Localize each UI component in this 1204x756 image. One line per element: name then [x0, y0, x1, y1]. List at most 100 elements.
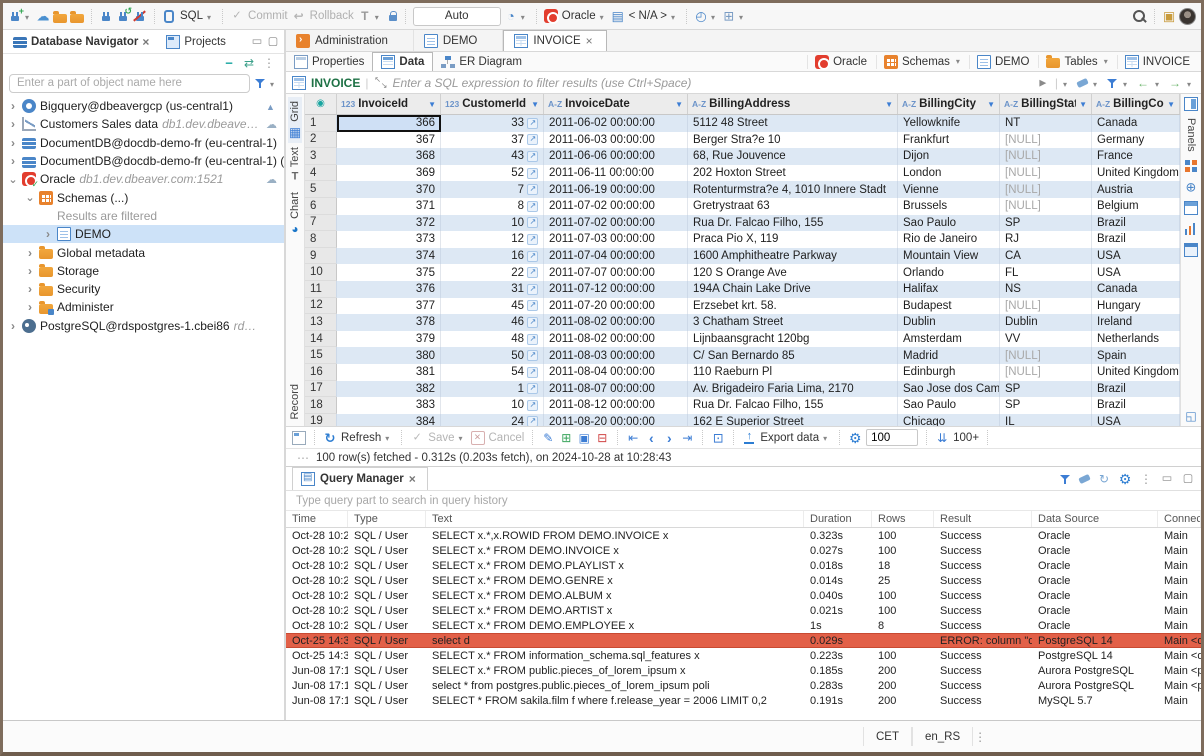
billing-address-cell[interactable]: Rua Dr. Falcao Filho, 155: [688, 215, 898, 232]
billing-country-cell[interactable]: USA: [1092, 248, 1180, 265]
commit-mode-select[interactable]: Auto: [413, 7, 501, 26]
minimize-panel-icon[interactable]: [250, 35, 264, 49]
billing-country-cell[interactable]: Canada: [1092, 281, 1180, 298]
apply-filter-icon[interactable]: [1036, 76, 1050, 90]
invoice-id-cell[interactable]: 382: [337, 381, 441, 398]
billing-country-cell[interactable]: Austria: [1092, 181, 1180, 198]
billing-state-cell[interactable]: [NULL]: [1000, 148, 1092, 165]
close-icon[interactable]: [409, 472, 419, 486]
expand-arrow-icon[interactable]: [25, 191, 35, 204]
billing-state-cell[interactable]: Dublin: [1000, 314, 1092, 331]
customer-id-cell[interactable]: 46: [441, 314, 544, 331]
dashboard-icon[interactable]: [694, 9, 708, 23]
invoice-date-cell[interactable]: 2011-08-04 00:00:00: [544, 364, 688, 381]
table-row[interactable]: 5 370 7 2011-06-19 00:00:00 Rotenturmstr…: [305, 181, 1180, 198]
save-icon[interactable]: [410, 431, 424, 445]
add-row-icon[interactable]: [559, 431, 573, 445]
tab-query-manager[interactable]: Query Manager: [292, 467, 428, 490]
dashboard-dropdown[interactable]: [711, 9, 719, 23]
billing-city-cell[interactable]: Yellowknife: [898, 115, 1000, 132]
grid-corner-cell[interactable]: [305, 94, 337, 114]
customer-id-cell[interactable]: 10: [441, 397, 544, 414]
billing-state-cell[interactable]: SP: [1000, 397, 1092, 414]
expand-arrow-icon[interactable]: [8, 319, 18, 333]
billing-address-cell[interactable]: C/ San Bernardo 85: [688, 347, 898, 364]
active-schema-label[interactable]: < N/A >: [628, 10, 668, 22]
billing-country-cell[interactable]: Spain: [1092, 347, 1180, 364]
row-number-cell[interactable]: 15: [305, 347, 337, 364]
row-number-cell[interactable]: 6: [305, 198, 337, 215]
active-database-dropdown[interactable]: [600, 9, 608, 23]
invoice-id-cell[interactable]: 376: [337, 281, 441, 298]
customer-id-cell[interactable]: 33: [441, 115, 544, 132]
invoice-id-cell[interactable]: 378: [337, 314, 441, 331]
fetch-next-segment-icon[interactable]: [935, 431, 949, 445]
references-panel-icon[interactable]: [1184, 243, 1198, 257]
column-header[interactable]: A-Z BillingCountry: [1092, 94, 1180, 114]
customer-id-cell[interactable]: 1: [441, 381, 544, 398]
row-number-cell[interactable]: 8: [305, 231, 337, 248]
editor-tab[interactable]: Administration: [286, 30, 414, 51]
metadata-panel-icon[interactable]: [1184, 201, 1198, 215]
invoice-date-cell[interactable]: 2011-06-03 00:00:00: [544, 132, 688, 149]
commit-icon[interactable]: [230, 9, 244, 23]
open-fk-reference-icon[interactable]: [527, 367, 538, 378]
column-filter-icon[interactable]: [885, 98, 893, 110]
billing-country-cell[interactable]: Canada: [1092, 115, 1180, 132]
view-menu-icon[interactable]: [262, 56, 276, 70]
tree-item[interactable]: DocumentDB@docdb-demo-fr (eu-central-1) …: [3, 152, 284, 170]
tree-item[interactable]: Oracle db1.dev.dbeaver.com:1521: [3, 170, 284, 188]
cancel-icon[interactable]: [471, 431, 485, 445]
billing-country-cell[interactable]: United Kingdom: [1092, 165, 1180, 182]
table-row[interactable]: 15 380 50 2011-08-03 00:00:00 C/ San Ber…: [305, 347, 1180, 364]
billing-country-cell[interactable]: Germany: [1092, 132, 1180, 149]
active-database-label[interactable]: Oracle: [561, 10, 597, 22]
column-header[interactable]: A-Z BillingAddress: [688, 94, 898, 114]
billing-address-cell[interactable]: 3 Chatham Street: [688, 314, 898, 331]
customer-id-cell[interactable]: 16: [441, 248, 544, 265]
toggle-panels-icon[interactable]: [1184, 97, 1198, 111]
expand-arrow-icon[interactable]: [25, 264, 35, 278]
breadcrumb-item[interactable]: Oracle: [807, 55, 874, 69]
refresh-icon[interactable]: [323, 431, 337, 445]
open-fk-reference-icon[interactable]: [527, 317, 538, 328]
rollback-label[interactable]: Rollback: [309, 10, 355, 22]
open-fk-reference-icon[interactable]: [527, 134, 538, 145]
go-to-row-icon[interactable]: [711, 431, 725, 445]
query-history-row[interactable]: Oct-28 10:21 SQL / User SELECT x.* FROM …: [286, 603, 1201, 618]
invoice-id-cell[interactable]: 366: [337, 115, 441, 132]
filter-history-dropdown[interactable]: [1063, 76, 1071, 90]
billing-state-cell[interactable]: SP: [1000, 381, 1092, 398]
billing-state-cell[interactable]: [NULL]: [1000, 198, 1092, 215]
query-history-row[interactable]: Oct-28 10:21 SQL / User SELECT x.* FROM …: [286, 588, 1201, 603]
billing-state-cell[interactable]: NT: [1000, 115, 1092, 132]
query-column-header[interactable]: Text: [426, 511, 804, 527]
billing-address-cell[interactable]: Erzsebet krt. 58.: [688, 298, 898, 315]
table-row[interactable]: 4 369 52 2011-06-11 00:00:00 202 Hoxton …: [305, 165, 1180, 182]
customer-id-cell[interactable]: 10: [441, 215, 544, 232]
column-filter-icon[interactable]: [1079, 98, 1087, 110]
save-label[interactable]: Save: [428, 432, 454, 444]
customer-id-cell[interactable]: 7: [441, 181, 544, 198]
billing-country-cell[interactable]: France: [1092, 148, 1180, 165]
record-mode-toggle[interactable]: Record: [289, 380, 301, 423]
expand-filter-icon[interactable]: [373, 76, 387, 90]
query-history-row[interactable]: Oct-28 10:21 SQL / User SELECT x.* FROM …: [286, 573, 1201, 588]
open-in-new-window-icon[interactable]: [292, 431, 306, 445]
billing-state-cell[interactable]: RJ: [1000, 231, 1092, 248]
open-fk-reference-icon[interactable]: [527, 334, 538, 345]
billing-address-cell[interactable]: 68, Rue Jouvence: [688, 148, 898, 165]
back-dropdown[interactable]: [1155, 76, 1163, 90]
duplicate-row-icon[interactable]: [577, 431, 591, 445]
row-number-cell[interactable]: 7: [305, 215, 337, 232]
filter-icon[interactable]: [1059, 472, 1071, 486]
billing-country-cell[interactable]: Brazil: [1092, 231, 1180, 248]
column-header[interactable]: A-Z BillingState: [1000, 94, 1092, 114]
breadcrumb-item[interactable]: Schemas: [876, 55, 967, 69]
invoice-id-cell[interactable]: 381: [337, 364, 441, 381]
row-number-cell[interactable]: 14: [305, 331, 337, 348]
breadcrumb-item[interactable]: INVOICE: [1117, 55, 1197, 69]
tree-item[interactable]: Global metadata: [3, 243, 284, 261]
query-column-header[interactable]: Rows: [872, 511, 934, 527]
invoice-date-cell[interactable]: 2011-07-07 00:00:00: [544, 264, 688, 281]
